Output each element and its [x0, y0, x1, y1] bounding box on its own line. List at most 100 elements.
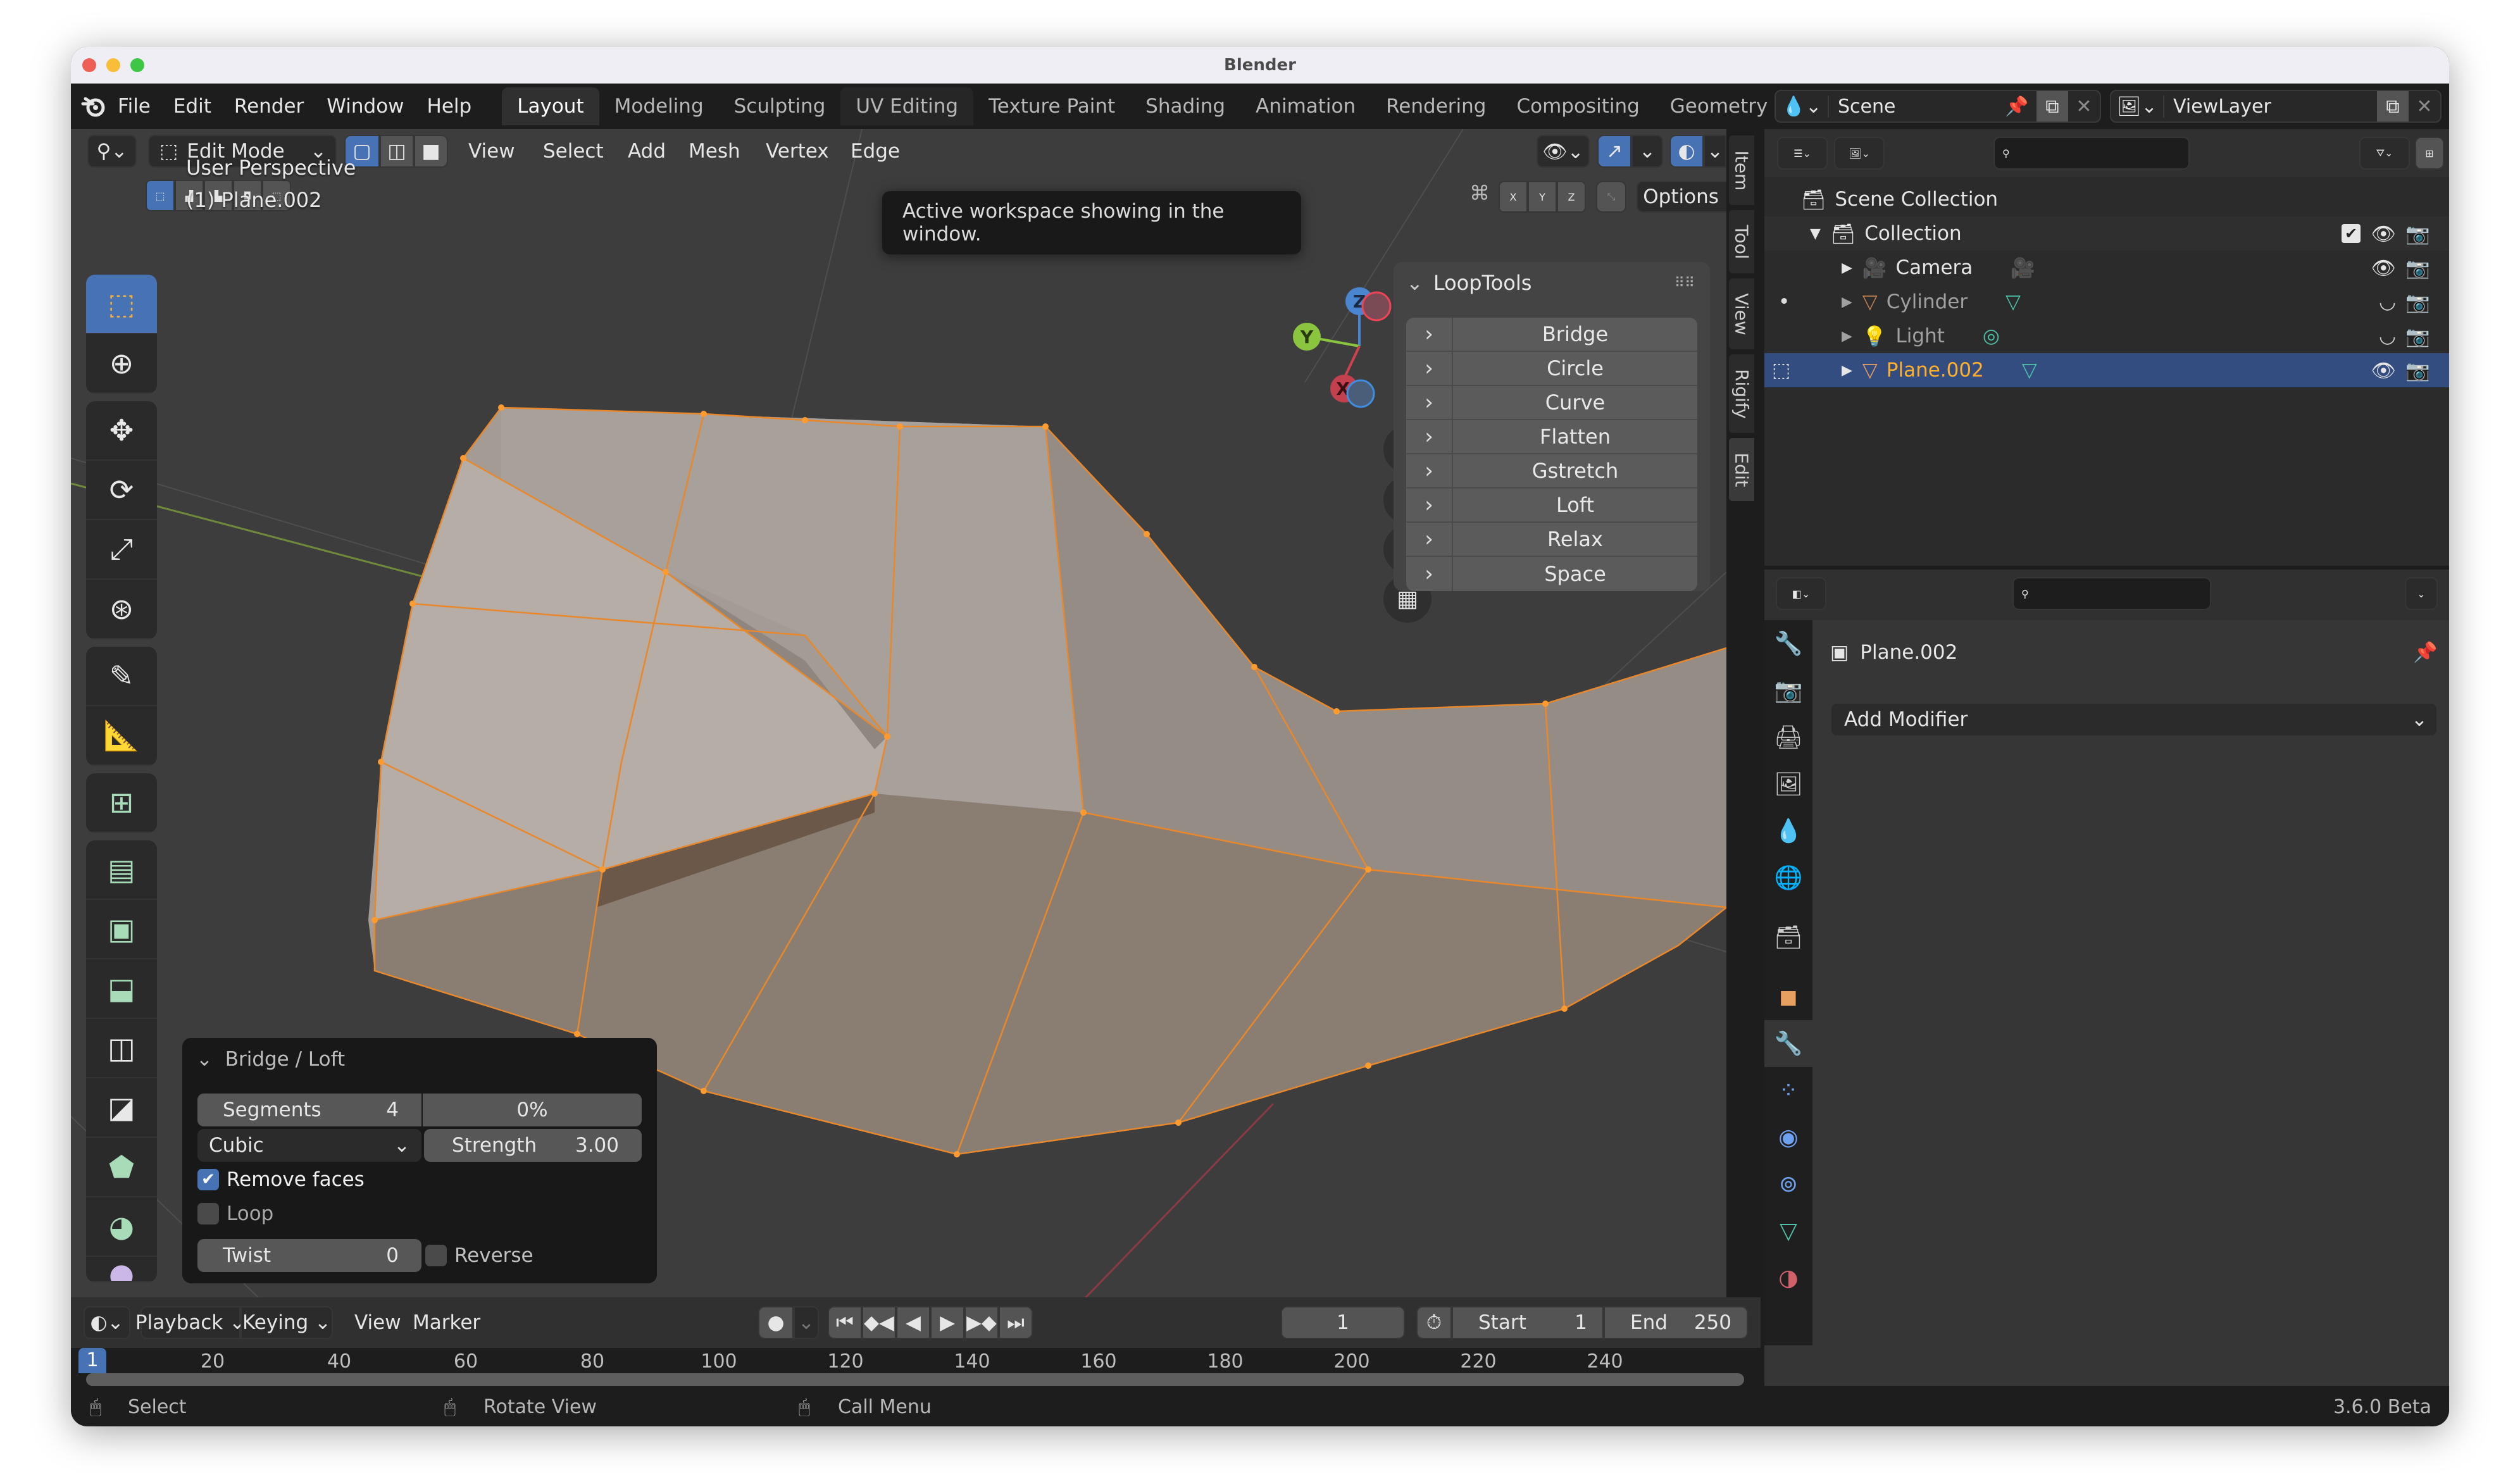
render-camera-icon[interactable]: 📷	[2405, 325, 2430, 348]
scene-name[interactable]: Scene	[1829, 96, 2005, 118]
render-camera-icon[interactable]: 📷	[2405, 256, 2430, 280]
menu-view[interactable]: View	[457, 140, 527, 163]
expand-arrow-icon[interactable]: ▶	[1842, 363, 1852, 378]
looptools-bridge[interactable]: › Bridge	[1406, 318, 1697, 352]
properties-editor-type-button[interactable]: ◧⌄	[1776, 577, 1826, 610]
chevron-right-icon[interactable]: ›	[1406, 454, 1453, 487]
tab-compositing[interactable]: Compositing	[1501, 87, 1654, 125]
last-operator-header[interactable]: ⌄ Bridge / Loft	[196, 1048, 345, 1071]
looptools-loft[interactable]: › Loft	[1406, 489, 1697, 523]
tab-object-properties[interactable]: ◼	[1764, 973, 1812, 1020]
mirror-z-toggle[interactable]: Z	[1557, 181, 1586, 213]
looptools-space[interactable]: › Space	[1406, 557, 1697, 591]
outliner-item-cylinder[interactable]: • ▶ ▽ Cylinder ▽ ◡ 📷	[1764, 285, 2449, 319]
scale-tool[interactable]: ⤢	[86, 520, 157, 580]
timeline-editor-type-button[interactable]: ◐⌄	[84, 1306, 130, 1339]
end-frame-field[interactable]: End 250	[1604, 1306, 1748, 1339]
sidebar-tab-view[interactable]: View	[1729, 278, 1754, 349]
smooth-tool[interactable]: ●	[86, 1257, 157, 1282]
tab-constraints-properties[interactable]: ⊚	[1764, 1161, 1812, 1207]
tab-layout[interactable]: Layout	[502, 87, 599, 125]
playback-menu[interactable]: Playback ⌄	[135, 1306, 246, 1339]
tab-physics-properties[interactable]: ◉	[1764, 1114, 1812, 1161]
outliner-search-input[interactable]: ⚲	[1993, 137, 2190, 170]
tab-uv-editing[interactable]: UV Editing	[840, 87, 974, 125]
tab-shading[interactable]: Shading	[1130, 87, 1240, 125]
mesh-data-icon[interactable]: ▽	[2022, 359, 2037, 382]
jump-to-start-button[interactable]: ⏮	[828, 1306, 862, 1339]
outliner-item-plane-002[interactable]: ⬚ ▶ ▽ Plane.002 ▽ 👁 📷	[1764, 353, 2449, 387]
minimize-window-button[interactable]	[106, 58, 120, 72]
chevron-right-icon[interactable]: ›	[1406, 386, 1453, 419]
tab-output-properties[interactable]: 🖨	[1764, 714, 1812, 761]
eye-icon[interactable]: 👁	[2371, 256, 2396, 280]
menu-edit[interactable]: Edit	[162, 95, 223, 118]
cursor-tool[interactable]: ⊕	[86, 334, 157, 394]
options-dropdown[interactable]: Options ⌄	[1637, 181, 1726, 213]
add-modifier-dropdown[interactable]: Add Modifier ⌄	[1830, 702, 2438, 737]
outliner-scene-collection[interactable]: 🗃 Scene Collection	[1764, 182, 2449, 216]
render-camera-icon[interactable]: 📷	[2405, 222, 2430, 246]
current-frame-field[interactable]: 1	[1281, 1306, 1405, 1339]
transform-tool[interactable]: ⊛	[86, 580, 157, 639]
drag-handle-icon[interactable]: ⠿⠿	[1675, 275, 1695, 291]
bevel-tool[interactable]: ⬓	[86, 959, 157, 1019]
display-mode-button[interactable]: ☰⌄	[1777, 137, 1828, 170]
menu-select[interactable]: Select	[532, 140, 615, 163]
tab-render-properties[interactable]: 📷	[1764, 667, 1812, 714]
checkmark-icon[interactable]: ✔	[197, 1169, 219, 1190]
pin-icon[interactable]: 📌	[2005, 96, 2037, 118]
close-window-button[interactable]	[82, 58, 96, 72]
loop-cut-tool[interactable]: ◫	[86, 1019, 157, 1078]
select-box-tool[interactable]: ⬚	[86, 275, 157, 334]
inset-tool[interactable]: ▣	[86, 900, 157, 959]
strength-field[interactable]: Strength 3.00	[424, 1129, 642, 1162]
tab-modifier-properties[interactable]: 🔧	[1764, 1020, 1812, 1067]
looptools-header[interactable]: ⌄ LoopTools ⠿⠿	[1394, 262, 1710, 304]
chevron-right-icon[interactable]: ›	[1406, 557, 1453, 591]
expand-arrow-icon[interactable]: ▶	[1842, 328, 1852, 344]
tab-collection-properties[interactable]: 🗃	[1764, 914, 1812, 961]
tab-rendering[interactable]: Rendering	[1371, 87, 1501, 125]
filter-button[interactable]: ⛛⌄	[2359, 137, 2410, 170]
looptools-circle[interactable]: › Circle	[1406, 352, 1697, 386]
new-view-layer-icon[interactable]: ⧉	[2377, 91, 2409, 122]
outliner-item-light[interactable]: ▶ 💡 Light ◎ ◡ 📷	[1764, 319, 2449, 353]
tab-data-properties[interactable]: ▽	[1764, 1207, 1812, 1254]
extrude-tool[interactable]: ▤	[86, 840, 157, 900]
mirror-x-toggle[interactable]: X	[1499, 181, 1528, 213]
sidebar-tab-item[interactable]: Item	[1729, 135, 1754, 205]
tab-tool-properties[interactable]: 🔧	[1764, 620, 1812, 667]
knife-tool[interactable]: ◪	[86, 1078, 157, 1138]
tab-geometry[interactable]: Geometry	[1655, 87, 1783, 125]
menu-help[interactable]: Help	[416, 95, 483, 118]
menu-edge[interactable]: Edge	[839, 140, 911, 163]
light-data-icon[interactable]: ◎	[1983, 325, 2000, 347]
face-select-button[interactable]: ■	[414, 135, 448, 168]
chevron-right-icon[interactable]: ›	[1406, 318, 1453, 351]
new-scene-icon[interactable]: ⧉	[2037, 91, 2068, 122]
edge-select-button[interactable]: ◫	[380, 135, 414, 168]
spin-tool[interactable]: ◕	[86, 1197, 157, 1257]
looptools-relax[interactable]: › Relax	[1406, 523, 1697, 557]
properties-options-dropdown[interactable]: ⌄	[2405, 577, 2438, 610]
maximize-window-button[interactable]	[130, 58, 144, 72]
looptools-flatten[interactable]: › Flatten	[1406, 420, 1697, 454]
percent-field[interactable]: 0%	[423, 1094, 642, 1126]
tab-material-properties[interactable]: ◑	[1764, 1254, 1812, 1301]
interpolation-dropdown[interactable]: Cubic ⌄	[197, 1129, 421, 1162]
looptools-gstretch[interactable]: › Gstretch	[1406, 454, 1697, 489]
gizmo-dropdown[interactable]: ⌄	[1631, 135, 1663, 168]
measure-tool[interactable]: 📐	[86, 706, 157, 766]
select-mode-new[interactable]: ⬚	[146, 180, 175, 211]
play-reverse-button[interactable]: ◀	[896, 1306, 930, 1339]
jump-to-keyframe-next-button[interactable]: ▶◆	[964, 1306, 999, 1339]
filter-view-layer-button[interactable]: 🖼⌄	[1834, 137, 1885, 170]
mesh-data-icon[interactable]: ▽	[2005, 290, 2021, 313]
tab-modeling[interactable]: Modeling	[599, 87, 719, 125]
view-layer-name[interactable]: ViewLayer	[2164, 96, 2377, 118]
start-frame-field[interactable]: Start 1	[1452, 1306, 1604, 1339]
jump-to-end-button[interactable]: ⏭	[999, 1306, 1033, 1339]
3d-viewport[interactable]: Z Y X ⊕✋🎥▦ ⚲⌄ ⬚	[71, 129, 1726, 1297]
menu-render[interactable]: Render	[223, 95, 315, 118]
